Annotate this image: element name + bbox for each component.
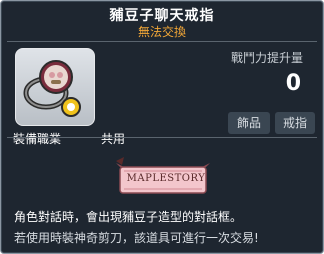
- item-icon-frame: [15, 48, 95, 126]
- divider-top: [7, 41, 317, 42]
- item-name: 豧豆子聊天戒指: [109, 8, 215, 24]
- equip-job-label: 裝備職業: [13, 132, 62, 146]
- badge-text: MAPLESTORY: [126, 173, 206, 184]
- trade-status: 無法交換: [137, 25, 186, 39]
- ring-icon: [23, 60, 81, 117]
- tag-accessory: 飾品: [228, 112, 270, 134]
- combat-power-label: 戰鬥力提升量: [230, 51, 303, 65]
- item-tooltip: 豧豆子聊天戒指 無法交換 戰鬥力提升量 0 飾品 戒指 裝備職業 共用 MAPL…: [0, 0, 324, 254]
- divider-middle: [7, 137, 317, 138]
- combat-power-value: 0: [285, 71, 301, 96]
- equip-job-value: 共用: [101, 132, 126, 146]
- description-line2: 若使用時裝神奇剪刀，該道具可進行一次交易!: [14, 231, 259, 245]
- tag-ring: 戒指: [275, 112, 315, 134]
- description-line1: 角色對話時，會出現豧豆子造型的對話框。: [14, 210, 243, 224]
